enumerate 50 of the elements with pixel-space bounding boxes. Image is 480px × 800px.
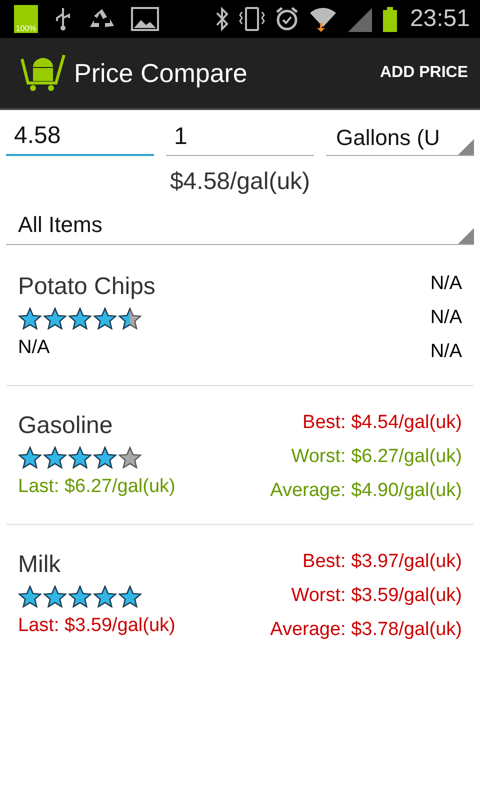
last-price: N/A — [18, 337, 51, 359]
filter-dropdown[interactable]: All Items — [6, 206, 474, 245]
alarm-icon — [274, 6, 300, 32]
star-icon — [68, 585, 92, 609]
item-name: Potato Chips — [18, 273, 156, 301]
item-name: Gasoline — [18, 412, 114, 440]
item-row[interactable]: Gasoline Last: $6.27/gal(uk) Best: $4.54/gal(uk) Worst: $6.27/gal(uk) Average: $4.90/gal(uk) — [6, 385, 474, 524]
star-icon — [18, 307, 42, 331]
price-stat: Average: $3.78/gal(uk) — [270, 619, 462, 641]
signal-icon — [346, 6, 374, 32]
star-icon — [118, 307, 142, 331]
last-price: Last: $3.59/gal(uk) — [18, 615, 176, 637]
price-stat: Best: $3.97/gal(uk) — [302, 551, 462, 573]
unit-dropdown[interactable]: Gallons (U — [326, 121, 474, 156]
price-stat: N/A — [430, 273, 462, 295]
star-icon — [68, 307, 92, 331]
star-icon — [18, 446, 42, 470]
price-stat: N/A — [430, 341, 462, 363]
bluetooth-icon — [214, 6, 230, 32]
last-price: Last: $6.27/gal(uk) — [18, 476, 176, 498]
item-row[interactable]: Milk Last: $3.59/gal(uk) Best: $3.97/gal(uk) Worst: $3.59/gal(uk) Average: $3.78/gal(uk) — [6, 524, 474, 663]
star-icon — [93, 307, 117, 331]
star-icon — [43, 585, 67, 609]
price-stat: N/A — [430, 307, 462, 329]
quantity-field[interactable]: 1 — [166, 119, 314, 156]
vibrate-icon — [238, 6, 266, 32]
star-icon — [43, 307, 67, 331]
star-icon — [43, 446, 67, 470]
star-icon — [68, 446, 92, 470]
app-title: Price Compare — [74, 58, 248, 88]
image-icon — [130, 6, 160, 32]
battery-icon — [382, 6, 398, 32]
price-field[interactable]: 4.58 — [6, 118, 154, 156]
price-stat: Worst: $3.59/gal(uk) — [291, 585, 462, 607]
android-cart-icon[interactable] — [20, 53, 66, 93]
price-stat: Average: $4.90/gal(uk) — [270, 480, 462, 502]
battery-label: 100% — [16, 24, 36, 33]
wifi-icon — [308, 5, 338, 33]
item-row[interactable]: Potato Chips N/A N/A N/A N/A — [6, 245, 474, 385]
star-icon — [18, 585, 42, 609]
item-name: Milk — [18, 551, 62, 579]
unit-price-text: $4.58/gal(uk) — [168, 167, 312, 197]
price-stat: Best: $4.54/gal(uk) — [302, 412, 462, 434]
add-price-button[interactable]: ADD PRICE — [380, 56, 468, 90]
price-stat: Worst: $6.27/gal(uk) — [291, 446, 462, 468]
star-icon — [118, 585, 142, 609]
star-icon — [93, 585, 117, 609]
star-icon — [118, 446, 142, 470]
clock-time: 23:51 — [410, 5, 470, 33]
star-icon — [93, 446, 117, 470]
